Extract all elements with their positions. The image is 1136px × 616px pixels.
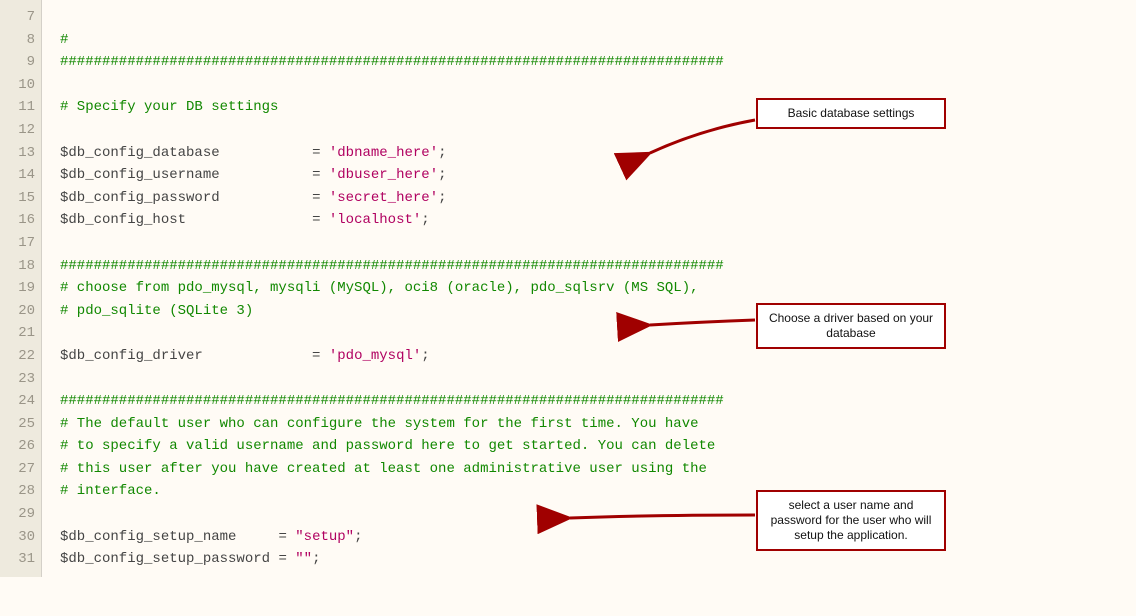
code-line: $db_config_setup_password = ""; — [60, 551, 320, 567]
code-line: $db_config_database = 'dbname_here'; — [60, 145, 447, 161]
code-area: # ######################################… — [42, 0, 1136, 577]
code-line: # — [60, 32, 68, 48]
code-line: ########################################… — [60, 258, 724, 274]
code-line: $db_config_driver = 'pdo_mysql'; — [60, 348, 430, 364]
code-line: # The default user who can configure the… — [60, 416, 699, 432]
callout-driver: Choose a driver based on your database — [756, 303, 946, 349]
code-line: # to specify a valid username and passwo… — [60, 438, 715, 454]
code-line: ########################################… — [60, 393, 724, 409]
code-line: $db_config_password = 'secret_here'; — [60, 190, 447, 206]
code-line: $db_config_setup_name = "setup"; — [60, 529, 362, 545]
code-line: # this user after you have created at le… — [60, 461, 707, 477]
code-line: # interface. — [60, 483, 161, 499]
line-number-gutter: 7 8 9 10 11 12 13 14 15 16 17 18 19 20 2… — [0, 0, 42, 577]
code-line: # pdo_sqlite (SQLite 3) — [60, 303, 253, 319]
code-line: ########################################… — [60, 54, 724, 70]
code-line: $db_config_host = 'localhost'; — [60, 212, 430, 228]
callout-setup-user: select a user name and password for the … — [756, 490, 946, 551]
code-line: # Specify your DB settings — [60, 99, 278, 115]
code-line: $db_config_username = 'dbuser_here'; — [60, 167, 447, 183]
code-line: # choose from pdo_mysql, mysqli (MySQL),… — [60, 280, 699, 296]
code-editor: 7 8 9 10 11 12 13 14 15 16 17 18 19 20 2… — [0, 0, 1136, 577]
callout-db-settings: Basic database settings — [756, 98, 946, 129]
